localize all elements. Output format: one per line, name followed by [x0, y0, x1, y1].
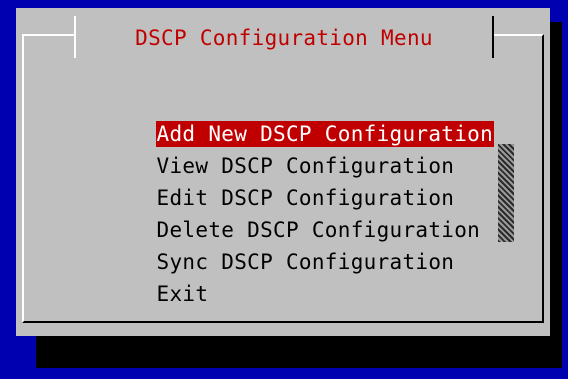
- dialog-title: DSCP Configuration Menu: [135, 26, 433, 50]
- menu-item-label: Delete DSCP Configuration: [156, 218, 481, 242]
- dscp-configuration-dialog: DSCP Configuration Menu Add New DSCP Con…: [16, 8, 550, 336]
- menu-item-add-new[interactable]: Add New DSCP Configuration: [52, 86, 495, 147]
- menu-item-label: Edit DSCP Configuration: [156, 186, 455, 210]
- menu-item-label: Sync DSCP Configuration: [156, 250, 455, 274]
- menu-list: Add New DSCP Configuration View DSCP Con…: [52, 86, 495, 306]
- menu-item-label: Add New DSCP Configuration: [155, 121, 495, 147]
- terminal-screen: DSCP Configuration Menu Add New DSCP Con…: [0, 0, 568, 379]
- dialog-title-box: DSCP Configuration Menu: [74, 16, 494, 58]
- menu-scrollbar[interactable]: [498, 144, 514, 242]
- menu-item-label: View DSCP Configuration: [156, 154, 455, 178]
- menu-item-label: Exit: [156, 282, 209, 306]
